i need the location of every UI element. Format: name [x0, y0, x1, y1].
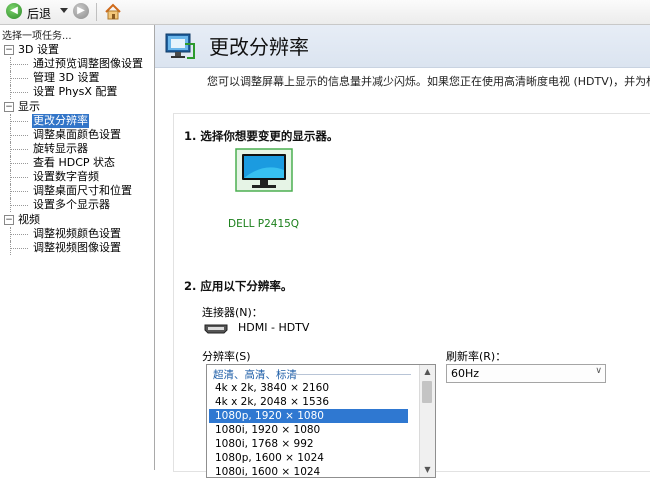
tree-item-label: 旋转显示器 [33, 142, 88, 155]
resolution-listbox[interactable]: 超清、高清、标清 4k x 2k, 3840 × 2160 4k x 2k, 2… [206, 364, 436, 478]
tree-item-label: 通过预览调整图像设置 [33, 57, 143, 70]
resolution-option[interactable]: 1080i, 1768 × 992 [209, 437, 408, 451]
refresh-rate-label: 刷新率(R)： [446, 350, 507, 363]
display-resolution-icon [165, 33, 195, 59]
tree-item-label: 调整桌面颜色设置 [33, 128, 121, 141]
connector-value: HDMI - HDTV [238, 321, 310, 334]
collapse-toggle-icon[interactable]: − [4, 102, 14, 112]
tree-item-label: 查看 HDCP 状态 [33, 156, 116, 169]
refresh-rate-select[interactable]: 60Hz ∨ [446, 364, 606, 383]
resolution-label: 分辨率(S) [202, 350, 251, 363]
home-icon[interactable] [104, 3, 122, 21]
connector-label: 连接器(N)： [202, 306, 263, 319]
group-divider [293, 374, 411, 375]
resolution-option[interactable]: 4k x 2k, 2048 × 1536 [209, 395, 408, 409]
tree-item-label: 设置数字音频 [33, 170, 99, 183]
scroll-down-icon[interactable]: ▼ [420, 463, 435, 477]
resolution-option-selected[interactable]: 1080p, 1920 × 1080 [209, 409, 408, 423]
hdmi-connector-icon [204, 324, 228, 334]
resolution-scrollbar[interactable]: ▲ ▼ [419, 365, 435, 477]
tree-branch-line [10, 128, 30, 142]
page-title-bar: 更改分辨率 [155, 25, 650, 68]
tree-group-label: 显示 [18, 100, 40, 113]
tree-item-label: 设置 PhysX 配置 [33, 85, 118, 98]
tree-branch-line [10, 71, 30, 85]
resolution-group-header: 超清、高清、标清 [213, 369, 297, 381]
resolution-option[interactable]: 1080i, 1600 × 1024 [209, 465, 408, 477]
scroll-up-icon[interactable]: ▲ [420, 365, 435, 379]
history-dropdown-icon[interactable] [60, 8, 68, 13]
tree-branch-line [10, 184, 30, 198]
tree-item-label: 更改分辨率 [32, 114, 89, 128]
tree-group-label: 3D 设置 [18, 43, 59, 56]
monitor-icon[interactable] [234, 148, 294, 196]
tree-item-label: 管理 3D 设置 [33, 71, 100, 84]
tree-item-label: 调整视频颜色设置 [33, 227, 121, 240]
tree-branch-line [10, 85, 30, 99]
tree-group-label: 视频 [18, 213, 40, 226]
toolbar: ◀ 后退 ▶ [0, 0, 650, 25]
tree-item-label: 调整桌面尺寸和位置 [33, 184, 132, 197]
collapse-toggle-icon[interactable]: − [4, 45, 14, 55]
resolution-settings-box: 1. 选择你想要变更的显示器。 DELL P2415Q 2. 应用以下分辨率。 … [173, 113, 650, 478]
page-description: 您可以调整屏幕上显示的信息量并减少闪烁。如果您正在使用高清晰度电视 (HDTV)… [207, 75, 650, 88]
back-arrow-icon: ◀ [6, 3, 22, 19]
chevron-down-icon: ∨ [595, 366, 602, 376]
resolution-option[interactable]: 4k x 2k, 3840 × 2160 [209, 381, 408, 395]
tree-branch-line [10, 170, 30, 184]
tree-branch-line [10, 114, 30, 128]
display-name-label[interactable]: DELL P2415Q [228, 218, 299, 230]
tree-branch-line [10, 227, 30, 241]
refresh-rate-value: 60Hz [451, 367, 480, 380]
scroll-thumb[interactable] [422, 381, 432, 403]
collapse-toggle-icon[interactable]: − [4, 215, 14, 225]
page-title: 更改分辨率 [209, 35, 309, 59]
task-tree-header: 选择一项任务... [2, 31, 72, 42]
resolution-option[interactable]: 1080i, 1920 × 1080 [209, 423, 408, 437]
step1-heading: 1. 选择你想要变更的显示器。 [184, 129, 339, 143]
back-button[interactable]: ◀ 后退 [6, 0, 58, 24]
forward-arrow-icon[interactable]: ▶ [73, 3, 89, 19]
tree-branch-line [10, 156, 30, 170]
resolution-option[interactable]: 1080p, 1600 × 1024 [209, 451, 408, 465]
tree-item-label: 设置多个显示器 [33, 198, 110, 211]
back-label: 后退 [27, 7, 52, 21]
tree-branch-line [10, 142, 30, 156]
task-tree-panel: 选择一项任务... − 3D 设置 通过预览调整图像设置 管理 3D 设置 设置… [0, 25, 155, 470]
tree-branch-line [10, 241, 30, 255]
content-panel: 更改分辨率 您可以调整屏幕上显示的信息量并减少闪烁。如果您正在使用高清晰度电视 … [155, 25, 650, 478]
tree-branch-line [10, 198, 30, 212]
tree-branch-line [10, 57, 30, 71]
step2-heading: 2. 应用以下分辨率。 [184, 279, 293, 293]
toolbar-separator [96, 3, 97, 21]
tree-item-label: 调整视频图像设置 [33, 241, 121, 254]
